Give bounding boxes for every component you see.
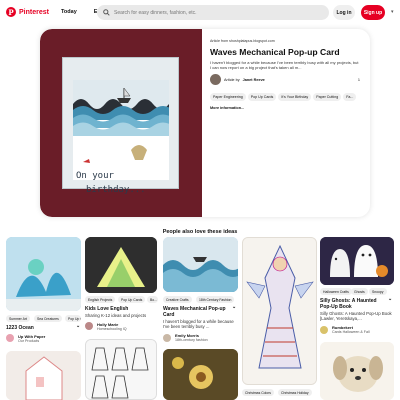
pin-description: I haven't blogged for a while because I'…: [163, 319, 234, 330]
flower-illustration: [163, 349, 238, 400]
tag[interactable]: Sea Creatures: [34, 315, 62, 322]
pin-image[interactable]: [85, 339, 157, 400]
tag-list: Paper Engineering Pop Up Cards It's Your…: [210, 93, 360, 102]
search-input[interactable]: Search for easy dinners, fashion, etc.: [97, 5, 329, 20]
tag[interactable]: Paper Cutting: [313, 93, 342, 102]
reaction-count: 1: [357, 77, 360, 82]
author-label: Article by: [224, 77, 240, 82]
source-link[interactable]: Article from shoshplatapus.blogspot.com: [210, 39, 360, 43]
ocean-popup-illustration: [6, 237, 81, 311]
pin-title[interactable]: 1223 Ocean: [6, 325, 34, 331]
pin-title: Waves Mechanical Pop-up Card: [210, 47, 340, 57]
waves-card-thumbnail: [163, 237, 238, 292]
pin-image[interactable]: [242, 237, 317, 385]
avatar[interactable]: [210, 74, 221, 86]
pin-image[interactable]: [320, 237, 394, 285]
pin-board: Our Products: [18, 339, 40, 343]
tag[interactable]: Bo...: [147, 296, 158, 303]
tag[interactable]: 18th Century Fashion: [196, 296, 235, 303]
card-frame: [62, 57, 179, 189]
nav-today[interactable]: Today: [56, 6, 82, 18]
chevron-down-icon[interactable]: ▾: [391, 9, 394, 15]
tag[interactable]: Pop Up Cards: [247, 93, 277, 102]
pin-board: Cards Halloween & Fall: [332, 330, 370, 334]
pin-image[interactable]: [163, 349, 238, 400]
pin-title[interactable]: Waves Mechanical Pop-up Card: [163, 306, 233, 318]
ghost-book-illustration: [320, 237, 394, 285]
avatar[interactable]: [163, 334, 171, 342]
pinterest-icon: P: [6, 7, 16, 17]
tag[interactable]: English Projects: [85, 296, 116, 303]
tag[interactable]: It's Your Birthday: [278, 93, 312, 102]
more-options-icon[interactable]: ⌄: [232, 304, 236, 310]
pin-board: Homeschooling IQ: [97, 327, 127, 331]
tag[interactable]: Ghosts: [351, 288, 368, 295]
pin-board: 18th-century fashion: [175, 338, 208, 342]
login-button[interactable]: Log in: [333, 5, 355, 20]
pin-description: Silly Ghosts: A Haunted Pop-Up Book [Law…: [320, 311, 392, 322]
more-options-icon[interactable]: ⌄: [388, 296, 392, 302]
pinterest-logo[interactable]: P Pinterest: [6, 7, 49, 17]
pin-details: Article from shoshplatapus.blogspot.com …: [210, 39, 360, 110]
house-popup-illustration: [6, 351, 81, 400]
more-information-link[interactable]: More information...: [210, 106, 360, 110]
pin-image[interactable]: [6, 237, 81, 311]
search-icon: [103, 9, 110, 16]
more-options-icon[interactable]: ⌄: [76, 323, 80, 329]
tag[interactable]: Paper Engineering: [210, 93, 246, 102]
pin-image[interactable]: [6, 351, 81, 400]
waves-illustration: [73, 80, 169, 180]
tag[interactable]: Christmas Holiday: [278, 389, 312, 396]
tag[interactable]: Summer Art: [6, 315, 30, 322]
pin-title[interactable]: Kids Love English: [85, 306, 128, 312]
author-row: Article by Janet Reeve 1: [210, 74, 360, 86]
avatar[interactable]: [85, 322, 93, 330]
author-name[interactable]: Janet Reeve: [243, 78, 265, 82]
image-text-line-2: birthday...: [86, 185, 146, 195]
pin-image[interactable]: On your birthday...: [40, 29, 202, 217]
search-placeholder: Search for easy dinners, fashion, etc.: [114, 9, 197, 16]
popup-card-illustration: [85, 237, 157, 293]
pin-closeup: On your birthday... Article from shoshpl…: [40, 29, 370, 217]
pin-image[interactable]: [85, 237, 157, 293]
logo-text: Pinterest: [19, 8, 49, 16]
avatar[interactable]: [6, 334, 14, 342]
tag[interactable]: Creative Crafts: [163, 296, 192, 303]
image-text-line-1: On your: [76, 171, 114, 181]
tag[interactable]: Pop Up Cards: [118, 296, 146, 303]
tag[interactable]: Fa...: [343, 93, 357, 102]
pin-title[interactable]: Silly Ghosts: A Haunted Pop-Up Book: [320, 298, 388, 310]
dress-template-illustration: [86, 340, 156, 399]
section-heading: People also love these ideas: [162, 229, 238, 235]
signup-button[interactable]: Sign up: [361, 5, 385, 20]
tag[interactable]: Halloween Crafts: [320, 288, 352, 295]
tag[interactable]: Snoopy: [369, 288, 387, 295]
pin-description: Sharing K-12 ideas and projects: [85, 313, 147, 318]
pin-description: I haven't blogged for a while because I'…: [210, 60, 359, 71]
tag[interactable]: Pop Up Car...: [65, 315, 81, 322]
angel-ornament-illustration: [243, 238, 316, 384]
tag[interactable]: Christmas Colors: [242, 389, 274, 396]
pin-image[interactable]: [163, 237, 238, 292]
avatar[interactable]: [320, 326, 328, 334]
dog-illustration: [320, 342, 394, 400]
pin-image[interactable]: [320, 342, 394, 400]
